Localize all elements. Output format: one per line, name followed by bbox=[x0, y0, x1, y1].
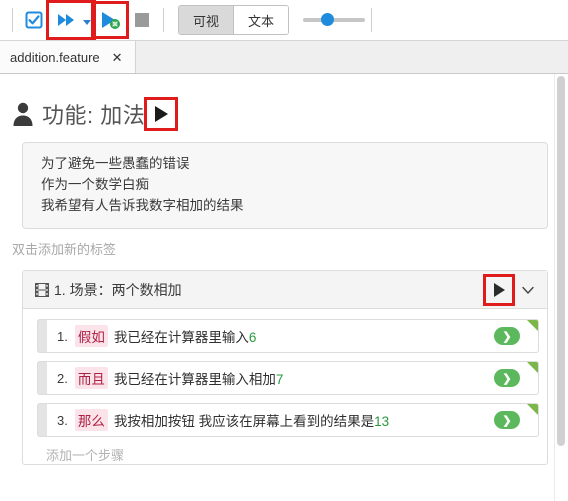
status-badge bbox=[527, 362, 538, 373]
tab-addition-feature[interactable]: addition.feature ✕ bbox=[0, 41, 136, 73]
table-row[interactable]: 3. 那么 我按相加按钮 我应该在屏幕上看到的结果是13 ❯ bbox=[37, 403, 539, 437]
zoom-slider-track bbox=[303, 18, 366, 22]
scenario-card: 1. 场景：两个数相加 1. 假如 我已经在计算器里输入6 ❯ 2. 而且 我已… bbox=[22, 270, 548, 465]
step-number: 2. bbox=[57, 370, 68, 386]
close-icon[interactable]: ✕ bbox=[112, 51, 123, 64]
step-content[interactable]: 1. 假如 我已经在计算器里输入6 ❯ bbox=[47, 319, 539, 353]
tab-label: addition.feature bbox=[10, 49, 100, 65]
status-badge bbox=[527, 320, 538, 331]
vertical-scrollbar[interactable] bbox=[554, 74, 568, 501]
add-tag-hint[interactable]: 双击添加新的标签 bbox=[12, 239, 554, 258]
step-drag-handle[interactable] bbox=[37, 361, 47, 395]
step-value: 7 bbox=[275, 372, 284, 387]
checkbox-checked-icon bbox=[25, 11, 43, 29]
step-content[interactable]: 2. 而且 我已经在计算器里输入相加7 ❯ bbox=[47, 361, 539, 395]
step-content[interactable]: 3. 那么 我按相加按钮 我应该在屏幕上看到的结果是13 ❯ bbox=[47, 403, 539, 437]
page-title: 功能: 加法 bbox=[42, 103, 146, 128]
add-step-hint[interactable]: 添加一个步骤 bbox=[46, 445, 547, 464]
step-value: 13 bbox=[374, 414, 390, 429]
run-feature-button[interactable] bbox=[144, 97, 179, 131]
run-step-button[interactable]: ❯ bbox=[494, 369, 520, 387]
table-row[interactable]: 2. 而且 我已经在计算器里输入相加7 ❯ bbox=[37, 361, 539, 395]
play-triangle-icon bbox=[154, 106, 168, 122]
run-step-button[interactable]: ❯ bbox=[494, 327, 520, 345]
fast-forward-icon bbox=[58, 14, 74, 26]
main-toolbar: 可视 文本 bbox=[0, 0, 568, 41]
step-drag-handle[interactable] bbox=[37, 403, 47, 437]
play-triangle-icon bbox=[493, 282, 505, 297]
run-all-button-group[interactable] bbox=[46, 0, 96, 40]
feature-description-box[interactable]: 为了避免一些愚蠢的错误 作为一个数学白痴 我希望有人告诉我数字相加的结果 bbox=[22, 142, 548, 229]
chevron-down-icon[interactable] bbox=[521, 283, 535, 297]
step-text: 我已经在计算器里输入6 bbox=[113, 330, 257, 345]
vertical-scrollbar-thumb[interactable] bbox=[557, 76, 565, 446]
step-keyword: 而且 bbox=[74, 367, 108, 389]
status-badge bbox=[527, 404, 538, 415]
tab-bar: addition.feature ✕ bbox=[0, 41, 568, 74]
caret-down-icon[interactable] bbox=[83, 19, 91, 25]
fast-forward-icon-button[interactable] bbox=[51, 5, 81, 35]
feature-header: 功能: 加法 bbox=[12, 97, 554, 131]
description-line: 作为一个数学白痴 bbox=[41, 177, 149, 192]
scenario-header[interactable]: 1. 场景：两个数相加 bbox=[23, 271, 547, 309]
step-text: 我按相加按钮 我应该在屏幕上看到的结果是13 bbox=[113, 414, 390, 429]
step-number: 1. bbox=[57, 328, 68, 344]
run-scenario-button[interactable] bbox=[483, 273, 515, 306]
view-mode-text-button[interactable]: 文本 bbox=[233, 6, 289, 34]
step-value: 6 bbox=[248, 330, 257, 345]
toolbar-separator-3 bbox=[371, 8, 373, 32]
description-line: 为了避免一些愚蠢的错误 bbox=[41, 156, 190, 171]
step-text: 我已经在计算器里输入相加7 bbox=[113, 372, 284, 387]
toolbar-separator-2 bbox=[163, 8, 164, 32]
film-strip-icon bbox=[35, 282, 49, 297]
feature-editor-canvas: 功能: 加法 为了避免一些愚蠢的错误 作为一个数学白痴 我希望有人告诉我数字相加… bbox=[0, 74, 568, 501]
step-keyword: 假如 bbox=[74, 325, 108, 347]
run-step-button[interactable]: ❯ bbox=[494, 411, 520, 429]
zoom-slider-thumb[interactable] bbox=[321, 13, 335, 26]
step-list: 1. 假如 我已经在计算器里输入6 ❯ 2. 而且 我已经在计算器里输入相加7 bbox=[23, 309, 547, 464]
view-mode-visual-button[interactable]: 可视 bbox=[179, 6, 234, 34]
person-icon bbox=[13, 102, 33, 126]
zoom-slider[interactable] bbox=[303, 9, 366, 31]
stop-square-icon bbox=[135, 13, 149, 27]
toolbar-separator bbox=[12, 8, 13, 32]
step-keyword: 那么 bbox=[74, 409, 108, 431]
view-mode-toggle: 可视 文本 bbox=[178, 5, 290, 35]
play-debug-icon-button[interactable] bbox=[91, 1, 129, 39]
table-row[interactable]: 1. 假如 我已经在计算器里输入6 ❯ bbox=[37, 319, 539, 353]
stop-square-icon-button[interactable] bbox=[127, 5, 157, 35]
play-debug-icon bbox=[102, 12, 120, 29]
description-line: 我希望有人告诉我数字相加的结果 bbox=[41, 198, 244, 213]
step-drag-handle[interactable] bbox=[37, 319, 47, 353]
feature-editor-window: 可视 文本 addition.feature ✕ 功能: 加法 为了避免一些愚蠢… bbox=[0, 0, 568, 501]
step-number: 3. bbox=[57, 412, 68, 428]
scenario-title: 1. 场景：两个数相加 bbox=[54, 281, 182, 298]
checkbox-checked-icon-button[interactable] bbox=[19, 5, 49, 35]
